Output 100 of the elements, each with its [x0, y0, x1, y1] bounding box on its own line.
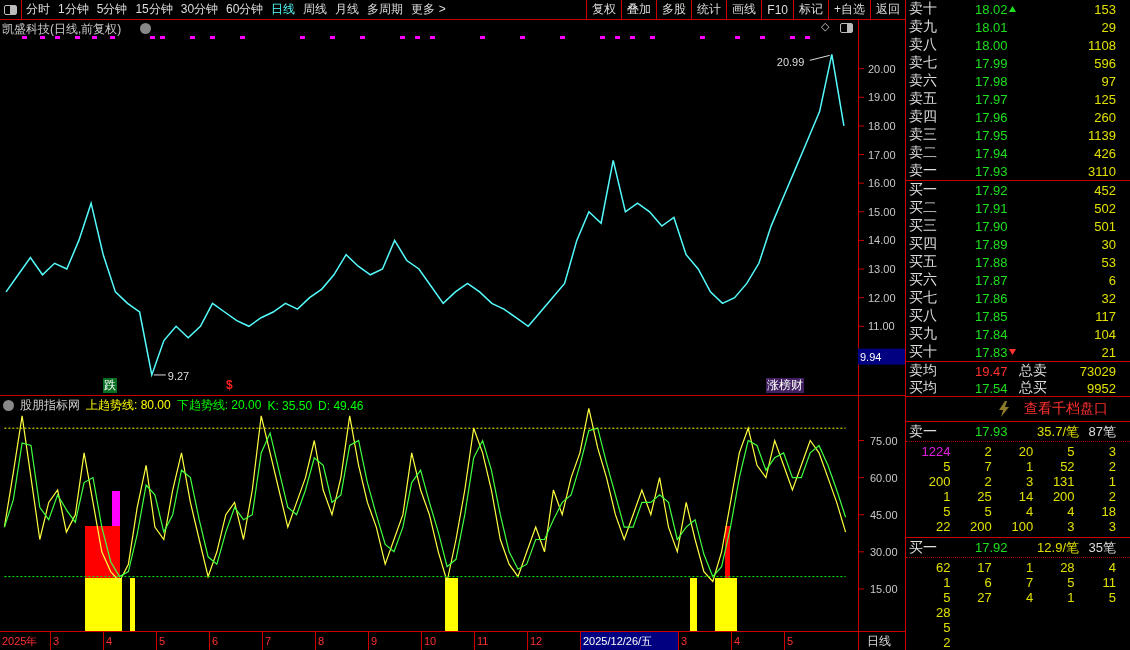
period-tab[interactable]: 周线: [299, 0, 332, 19]
toolbar-button[interactable]: 画线: [726, 0, 762, 19]
date-label: 3: [678, 632, 731, 650]
indicator-tick-label: 30.00: [870, 545, 898, 558]
price-value: 17.83: [974, 344, 1009, 360]
volume-value: 125: [1093, 91, 1116, 107]
level-label: 买一: [909, 181, 938, 199]
price-value: 18.00: [974, 37, 1009, 53]
indicator-name: 股朋指标网: [20, 397, 80, 414]
toolbar-button[interactable]: 标记: [793, 0, 828, 19]
price-value: 17.86: [974, 290, 1009, 306]
toolbar-button[interactable]: 叠加: [621, 0, 657, 19]
date-label: 5: [156, 632, 209, 650]
lightning-icon: [998, 401, 1010, 417]
order-size: 18: [1100, 504, 1116, 519]
level-label: 买九: [909, 325, 938, 343]
queue-label: 买一: [909, 538, 938, 557]
order-size: 27: [976, 590, 992, 605]
period-tab[interactable]: 月线: [331, 0, 364, 19]
level-label: 卖二: [909, 144, 938, 162]
level-label: 卖十: [909, 0, 938, 18]
toolbar-button[interactable]: F10: [761, 0, 793, 19]
total-value: 9952: [1086, 380, 1116, 396]
price-value: 17.97: [974, 91, 1009, 107]
level-label: 买十: [909, 343, 938, 361]
price-tick-label: 18.00: [868, 119, 896, 132]
dollar-sign: $: [226, 378, 233, 393]
volume-value: 153: [1093, 1, 1116, 17]
volume-value: 452: [1093, 182, 1116, 198]
annotation: 9.27: [167, 369, 190, 382]
order-size: 62: [934, 560, 951, 575]
period-tab[interactable]: 日线: [267, 0, 300, 19]
depth-link[interactable]: 查看千档盘口: [1024, 400, 1108, 418]
dropdown-icon[interactable]: [140, 23, 151, 34]
price-tick-label: 17.00: [868, 148, 896, 161]
period-tab[interactable]: 更多 >: [407, 0, 450, 19]
price-value: 17.94: [974, 145, 1009, 161]
period-tab[interactable]: 60分钟: [222, 0, 268, 19]
order-size: 1: [1107, 474, 1116, 489]
order-size: 4: [1066, 504, 1075, 519]
indicator-value: 下趋势线: 20.00: [176, 397, 262, 414]
period-tab[interactable]: 1分钟: [54, 0, 93, 19]
order-size: 5: [1066, 575, 1075, 590]
cursor-price-label: 9.94: [858, 348, 905, 365]
order-size: 4: [1107, 560, 1116, 575]
toolbar-button[interactable]: +自选: [828, 0, 870, 19]
period-tab[interactable]: 分时: [22, 0, 54, 19]
order-size: 3: [1024, 474, 1034, 489]
date-label: 5: [784, 632, 837, 650]
period-tab[interactable]: 15分钟: [131, 0, 177, 19]
volume-value: 6: [1107, 272, 1116, 288]
volume-value: 97: [1100, 73, 1116, 89]
level-label: 买二: [909, 199, 938, 217]
order-size: 2: [983, 474, 992, 489]
indicator-value: K: 35.50: [267, 398, 313, 413]
period-tab[interactable]: 多周期: [363, 0, 408, 19]
annotation: 20.99: [776, 56, 805, 69]
queue-label: 卖一: [909, 422, 938, 441]
date-label: 11: [474, 632, 527, 650]
order-size: 5: [1066, 444, 1075, 459]
price-value: 17.90: [974, 218, 1009, 234]
order-size: 200: [927, 474, 951, 489]
toolbar-button[interactable]: 复权: [586, 0, 622, 19]
period-tab[interactable]: 30分钟: [176, 0, 223, 19]
toolbar-button[interactable]: 返回: [870, 0, 905, 19]
order-size: 1: [1024, 560, 1034, 575]
volume-value: 104: [1093, 326, 1116, 342]
indicator-tick-label: 45.00: [870, 508, 898, 521]
toolbar-button[interactable]: 统计: [691, 0, 727, 19]
order-size: 5: [942, 590, 951, 605]
period-tab[interactable]: 5分钟: [92, 0, 132, 19]
order-size: 11: [1101, 575, 1116, 590]
order-size: 2: [983, 444, 992, 459]
price-value: 18.02: [974, 1, 1009, 17]
price-value: 17.98: [974, 73, 1009, 89]
total-value: 73029: [1078, 363, 1116, 379]
order-size: 200: [969, 519, 992, 534]
date-label: 4: [731, 632, 784, 650]
volume-value: 29: [1100, 19, 1116, 35]
toolbar-button[interactable]: 多股: [656, 0, 692, 19]
order-size: 1: [942, 489, 951, 504]
price-tick-label: 14.00: [868, 234, 896, 247]
order-size: 7: [983, 459, 992, 474]
order-size: 20: [1017, 444, 1034, 459]
level-label: 买三: [909, 217, 938, 235]
level-label: 买七: [909, 289, 938, 307]
panel-toggle-icon[interactable]: [837, 20, 855, 36]
date-label: 10: [421, 632, 474, 650]
trade-count: 87笔: [1087, 422, 1116, 441]
order-size: 2: [942, 635, 951, 650]
price-value: 17.96: [974, 109, 1009, 125]
diamond-icon[interactable]: ◇: [821, 20, 830, 33]
date-label: 8: [315, 632, 368, 650]
summary-label: 卖均: [909, 362, 938, 380]
dropdown-icon[interactable]: [3, 400, 14, 411]
order-size: 6: [983, 575, 992, 590]
order-size: 3: [1107, 444, 1116, 459]
price-value: 17.88: [974, 254, 1009, 270]
price-tick-label: 15.00: [868, 205, 896, 218]
volume-value: 596: [1093, 55, 1116, 71]
